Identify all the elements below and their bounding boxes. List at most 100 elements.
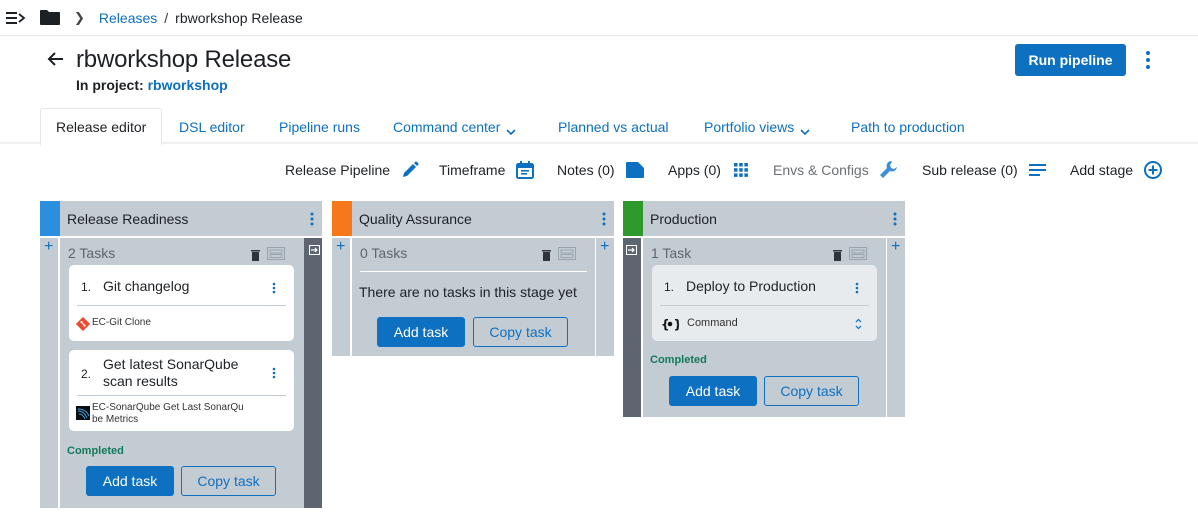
tab-label: Path to production [851, 119, 965, 135]
tab-release-editor[interactable]: Release editor [40, 108, 163, 146]
chevron-down-icon [506, 123, 516, 136]
stage-status: Completed [67, 445, 124, 457]
pipeline-toolbar: Release Pipeline Timeframe Notes (0) App… [0, 144, 1198, 196]
stage-body: 0 Tasks There are no tasks in this stage… [352, 238, 595, 356]
tool-label: Sub release (0) [922, 162, 1018, 178]
copy-task-button[interactable]: Copy task [181, 466, 276, 496]
tab-path-to-production[interactable]: Path to production [851, 108, 965, 146]
card-divider [77, 395, 286, 396]
add-before-icon[interactable]: + [336, 239, 345, 255]
sort-icon[interactable] [855, 317, 862, 330]
task-card[interactable]: 1. Deploy to Production {} Command [652, 265, 877, 341]
stage-color-bar [623, 201, 643, 236]
project-line: In project: rbworkshop [76, 77, 228, 93]
add-task-button[interactable]: Add task [86, 466, 174, 496]
gate-exit-icon [309, 242, 320, 255]
add-after-icon[interactable]: + [891, 239, 900, 255]
grid-icon [731, 160, 751, 180]
folder-icon[interactable] [40, 10, 60, 25]
collapse-icon[interactable] [849, 247, 867, 260]
stage-color-bar [332, 201, 352, 236]
tab-dsl-editor[interactable]: DSL editor [179, 108, 245, 146]
add-task-button[interactable]: Add task [669, 376, 757, 406]
wrench-icon [879, 160, 899, 180]
task-title: Deploy to Production [686, 278, 816, 294]
breadcrumb-current: rbworkshop Release [175, 9, 303, 26]
task-number: 1. [664, 280, 675, 294]
task-count: 2 Tasks [68, 245, 116, 261]
more-options-icon[interactable] [1141, 50, 1155, 70]
list-icon [1028, 160, 1048, 180]
plugin-name: Command [687, 317, 738, 329]
task-count: 1 Task [651, 245, 692, 261]
insert-after-rail: + [596, 238, 614, 356]
breadcrumb-releases[interactable]: Releases [99, 10, 157, 26]
breadcrumb-separator: / [164, 9, 169, 26]
tool-label: Timeframe [439, 162, 506, 178]
back-arrow-icon[interactable] [46, 49, 66, 69]
tab-label: Release editor [56, 118, 147, 135]
timeframe-button[interactable]: Timeframe [439, 160, 535, 180]
plugin-name: EC-SonarQube Get Last SonarQube Metrics [92, 402, 244, 425]
task-title: Git changelog [103, 278, 190, 294]
run-pipeline-button[interactable]: Run pipeline [1015, 44, 1126, 76]
task-menu-icon[interactable] [272, 366, 276, 379]
task-menu-icon[interactable] [855, 281, 859, 294]
notes-button[interactable]: Notes (0) [557, 160, 645, 180]
tab-pipeline-runs[interactable]: Pipeline runs [279, 108, 360, 146]
stage-menu-icon[interactable] [893, 212, 897, 226]
task-count: 0 Tasks [360, 245, 408, 261]
empty-stage-message: There are no tasks in this stage yet [359, 284, 577, 300]
stage-header: Release Readiness [40, 201, 322, 236]
envs-configs-button[interactable]: Envs & Configs [773, 160, 899, 180]
task-count-underline [360, 271, 587, 272]
trash-icon[interactable] [833, 248, 842, 261]
stage-status: Completed [650, 354, 707, 366]
copy-task-button[interactable]: Copy task [764, 376, 859, 406]
task-plugin: EC-SonarQube Get Last SonarQube Metrics [76, 402, 246, 426]
add-stage-button[interactable]: Add stage [1070, 160, 1163, 180]
sonarqube-icon [76, 406, 90, 420]
tool-label: Envs & Configs [773, 162, 869, 178]
task-card[interactable]: 2. Get latest SonarQube scan results EC-… [69, 350, 294, 431]
tab-planned-vs-actual[interactable]: Planned vs actual [558, 108, 669, 146]
tab-bar: Release editor DSL editor Pipeline runs … [0, 104, 1198, 146]
note-icon [625, 160, 645, 180]
add-task-button[interactable]: Add task [377, 317, 465, 347]
command-icon: {} [661, 317, 682, 332]
pencil-icon [400, 160, 420, 180]
stage-header: Quality Assurance [332, 201, 614, 236]
add-before-icon[interactable]: + [44, 239, 53, 255]
trash-icon[interactable] [542, 248, 551, 261]
insert-before-rail: + [332, 238, 350, 356]
exit-gate[interactable] [304, 238, 322, 508]
tab-label: Planned vs actual [558, 119, 669, 135]
trash-icon[interactable] [251, 248, 260, 261]
collapse-icon[interactable] [558, 247, 576, 260]
entry-gate[interactable] [623, 238, 641, 417]
task-menu-icon[interactable] [272, 281, 276, 294]
chevron-right-icon: ❯ [74, 9, 85, 25]
menu-collapse-icon[interactable] [6, 11, 26, 25]
tab-command-center[interactable]: Command center [393, 108, 516, 146]
card-divider [660, 305, 869, 306]
tab-portfolio-views[interactable]: Portfolio views [704, 108, 810, 146]
apps-button[interactable]: Apps (0) [668, 160, 751, 180]
tool-label: Apps (0) [668, 162, 721, 178]
stage-menu-icon[interactable] [602, 212, 606, 226]
svg-text:}: } [674, 318, 680, 332]
task-card[interactable]: 1. Git changelog EC-Git Clone [69, 265, 294, 341]
copy-task-button[interactable]: Copy task [473, 317, 568, 347]
project-link[interactable]: rbworkshop [148, 77, 228, 93]
tab-label: DSL editor [179, 119, 245, 135]
sub-release-button[interactable]: Sub release (0) [922, 160, 1048, 180]
add-after-icon[interactable]: + [600, 239, 609, 255]
chevron-down-icon [800, 123, 810, 136]
plus-circle-icon [1143, 160, 1163, 180]
stage-menu-icon[interactable] [310, 212, 314, 226]
task-title: Get latest SonarQube scan results [103, 356, 239, 389]
collapse-icon[interactable] [267, 247, 285, 260]
top-bar: ❯ Releases / rbworkshop Release [0, 0, 1198, 36]
tool-label: Release Pipeline [285, 162, 391, 178]
release-pipeline-button[interactable]: Release Pipeline [285, 160, 420, 180]
